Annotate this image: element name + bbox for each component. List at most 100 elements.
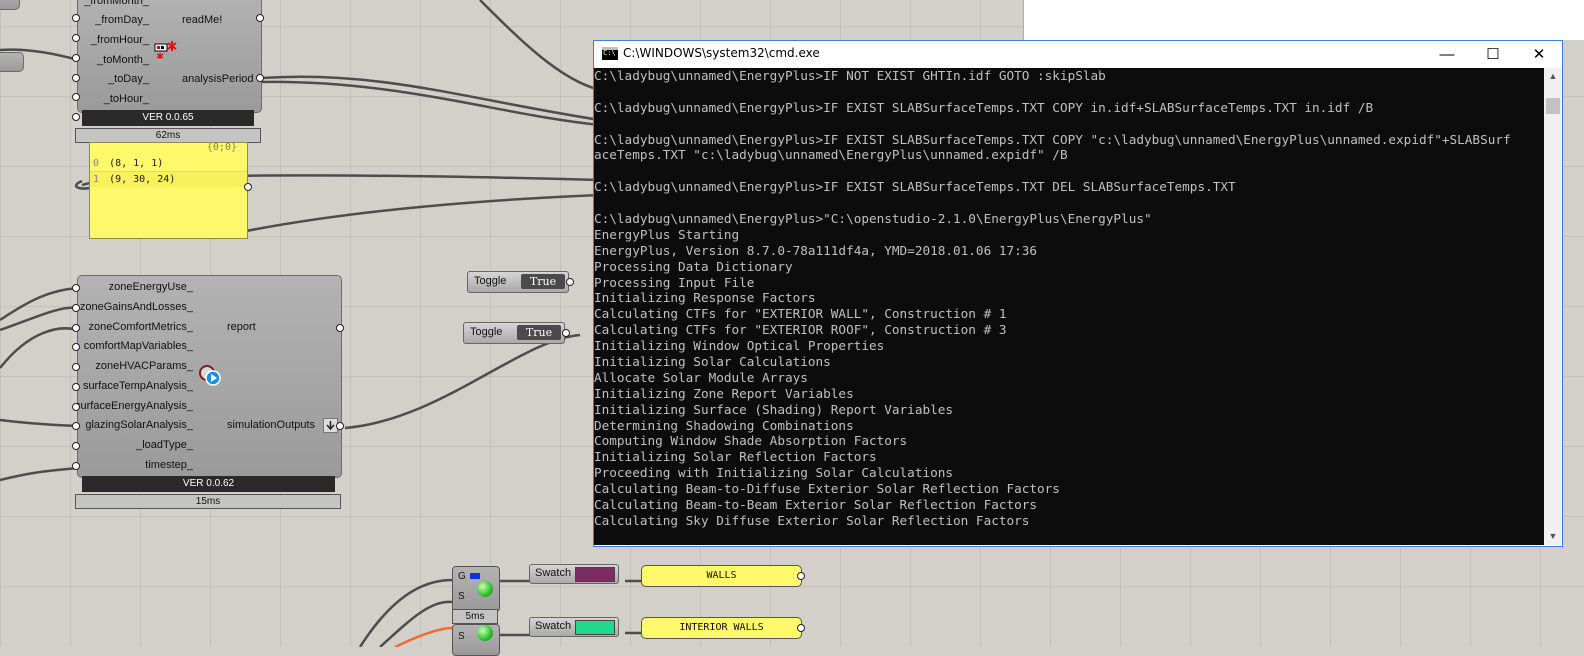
console-line: Initializing Window Optical Properties	[594, 338, 885, 354]
cmd-scrollbar[interactable]: ▲ ▼	[1544, 68, 1562, 545]
output-port[interactable]	[797, 624, 805, 632]
minimize-button[interactable]: —	[1424, 41, 1470, 68]
input-port[interactable]	[72, 54, 80, 62]
preview-component[interactable]: G S	[452, 566, 500, 612]
swatch-color[interactable]	[575, 567, 615, 582]
console-line: EnergyPlus, Version 8.7.0-78a111df4a, YM…	[594, 242, 1038, 258]
colour-swatch[interactable]: Swatch	[529, 564, 619, 584]
input-port[interactable]	[72, 284, 80, 292]
offscreen-node[interactable]	[0, 0, 20, 10]
input-port[interactable]	[72, 422, 80, 430]
console-line: Allocate Solar Module Arrays	[594, 369, 808, 385]
output-port-label: report	[227, 321, 256, 333]
output-port[interactable]	[256, 14, 264, 22]
console-line: Calculating Sky Diffuse Exterior Solar R…	[594, 512, 1030, 528]
input-port[interactable]	[72, 462, 80, 470]
input-port-label: zoneEnergyUse_	[108, 281, 193, 293]
output-port[interactable]	[244, 183, 252, 191]
input-port-label: zoneHVACParams_	[95, 360, 193, 372]
version-label: VER 0.0.65	[82, 110, 254, 126]
wire	[235, 193, 601, 235]
console-line: Calculating Beam-to-Beam Exterior Solar …	[594, 497, 1038, 513]
console-line: Initializing Solar Reflection Factors	[594, 449, 877, 465]
preview-component[interactable]: S	[452, 624, 500, 656]
cmd-window[interactable]: C:\WINDOWS\system32\cmd.exe — ☐ ✕ C:\lad…	[593, 40, 1563, 547]
simulation-output-icon	[198, 364, 224, 390]
input-port[interactable]	[72, 383, 80, 391]
output-port[interactable]	[336, 324, 344, 332]
input-port[interactable]	[72, 403, 80, 411]
console-lines: C:\ladybug\unnamed\EnergyPlus>IF NOT EXI…	[594, 68, 1511, 529]
scroll-down-button[interactable]: ▼	[1544, 528, 1562, 545]
console-line: C:\ladybug\unnamed\EnergyPlus>IF EXIST S…	[594, 99, 1374, 115]
scrollbar-thumb[interactable]	[1546, 98, 1560, 114]
boolean-toggle[interactable]: Toggle True	[467, 271, 569, 293]
cmd-title-bar[interactable]: C:\WINDOWS\system32\cmd.exe — ☐ ✕	[594, 41, 1562, 68]
console-line: Processing Data Dictionary	[594, 258, 793, 274]
chevron-down-icon: ▼	[1548, 531, 1558, 541]
cmd-app-icon	[602, 47, 618, 60]
maximize-button[interactable]: ☐	[1470, 41, 1516, 68]
console-line: EnergyPlus Starting	[594, 226, 740, 242]
input-port[interactable]	[72, 442, 80, 450]
console-line: Processing Input File	[594, 274, 755, 290]
output-port-label: analysisPeriod	[182, 73, 254, 85]
input-port[interactable]	[72, 34, 80, 42]
close-button[interactable]: ✕	[1516, 41, 1562, 68]
toggle-value[interactable]: True	[521, 274, 565, 289]
boolean-toggle[interactable]: Toggle True	[463, 322, 565, 344]
analysis-period-component[interactable]: _fromMonth_ _fromDay_ _fromHour_ _toMont…	[77, 0, 262, 113]
input-port-label: glazingSolarAnalysis_	[85, 419, 193, 431]
label-panel-walls[interactable]: WALLS	[641, 565, 802, 587]
minimize-icon: —	[1439, 46, 1455, 63]
panel-row: 1 (9, 30, 24)	[90, 172, 247, 187]
input-port-label: _fromHour_	[90, 34, 149, 46]
console-line: Determining Shadowing Combinations	[594, 417, 854, 433]
input-port-label: _fromDay_	[95, 14, 149, 26]
port-label: S	[458, 631, 465, 642]
console-line: Initializing Surface (Shading) Report Va…	[594, 401, 954, 417]
input-port[interactable]	[72, 304, 80, 312]
console-line: C:\ladybug\unnamed\EnergyPlus>IF EXIST S…	[594, 179, 1236, 195]
cmd-console-output[interactable]: C:\ladybug\unnamed\EnergyPlus>IF NOT EXI…	[594, 68, 1544, 545]
input-port[interactable]	[72, 363, 80, 371]
scroll-up-button[interactable]: ▲	[1544, 68, 1562, 85]
input-port-label: zoneComfortMetrics_	[88, 321, 193, 333]
panel-row-value: (8, 1, 1)	[109, 158, 164, 169]
maximize-icon: ☐	[1486, 46, 1500, 63]
panel-row-index: 0	[93, 158, 100, 169]
input-port[interactable]	[72, 14, 80, 22]
toggle-value[interactable]: True	[517, 325, 561, 340]
input-port[interactable]	[72, 74, 80, 82]
input-port-label: _toDay_	[108, 73, 149, 85]
sphere-icon	[477, 581, 493, 597]
text-panel[interactable]: {0;0} 0 (8, 1, 1) 1 (9, 30, 24)	[89, 142, 248, 239]
close-icon: ✕	[1532, 46, 1546, 63]
offscreen-node[interactable]	[0, 52, 24, 72]
console-line: Calculating CTFs for "EXTERIOR WALL", Co…	[594, 306, 1007, 322]
console-line: C:\ladybug\unnamed\EnergyPlus>"C:\openst…	[594, 211, 1152, 227]
wire	[358, 578, 453, 647]
output-port[interactable]	[797, 572, 805, 580]
version-label: VER 0.0.62	[82, 476, 335, 492]
wire	[479, 0, 601, 92]
console-line: aceTemps.TXT "c:\ladybug\unnamed\EnergyP…	[594, 147, 1068, 163]
output-port[interactable]	[566, 278, 574, 286]
input-port[interactable]	[72, 93, 80, 101]
input-port[interactable]	[72, 324, 80, 332]
swatch-color[interactable]	[575, 620, 615, 635]
input-port-label: zoneGainsAndLosses_	[79, 301, 193, 313]
output-port[interactable]	[336, 422, 344, 430]
input-port[interactable]	[72, 343, 80, 351]
output-port[interactable]	[562, 329, 570, 337]
simulation-output-component[interactable]: zoneEnergyUse_ zoneGainsAndLosses_ zoneC…	[75, 275, 342, 478]
output-port[interactable]	[256, 74, 264, 82]
input-port[interactable]	[72, 113, 80, 121]
colour-swatch[interactable]: Swatch	[529, 617, 619, 637]
console-line: Initializing Zone Report Variables	[594, 385, 854, 401]
label-panel-interior-walls[interactable]: INTERIOR WALLS	[641, 617, 802, 639]
